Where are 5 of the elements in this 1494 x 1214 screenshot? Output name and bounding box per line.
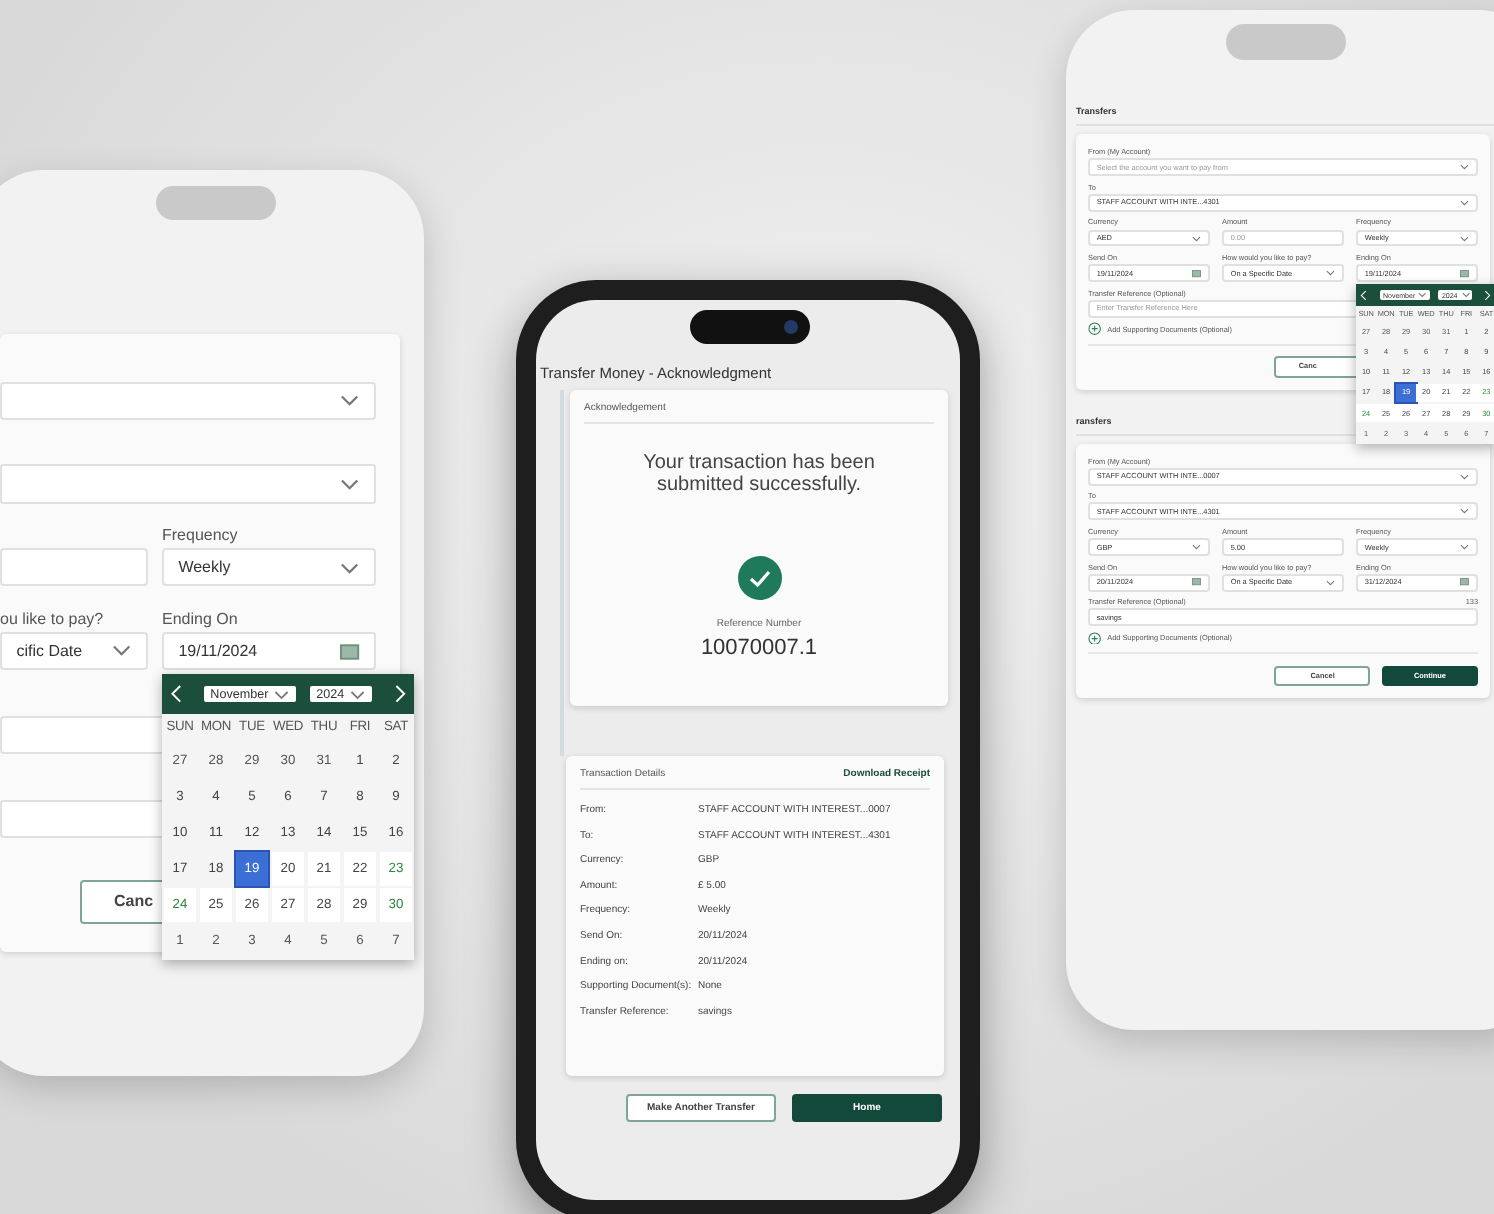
field-label: ou like to pay? xyxy=(0,609,104,628)
field-label: Frequency xyxy=(162,525,238,544)
success-message: Your transaction has been submitted successfully. xyxy=(641,452,877,496)
field-label: Ending On xyxy=(162,609,238,628)
reference-number: 10070007.1 xyxy=(700,636,818,660)
